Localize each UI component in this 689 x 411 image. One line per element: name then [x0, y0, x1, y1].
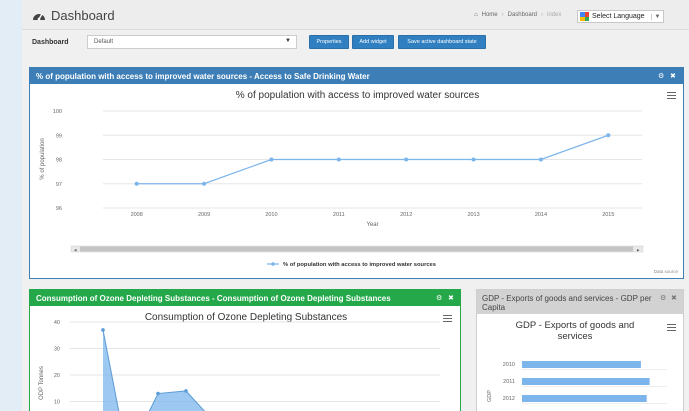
add-widget-button[interactable]: Add widget: [352, 35, 394, 49]
data-point: [538, 157, 543, 162]
area-fill: [103, 329, 205, 411]
data-point: [202, 181, 207, 186]
y-tick-label: 100: [53, 109, 62, 115]
y-axis-title: % of population: [40, 138, 46, 179]
x-tick-label: 2010: [265, 212, 277, 218]
caret-down-icon: ▼: [285, 38, 291, 44]
google-translate-icon: [580, 12, 589, 21]
legend-marker: [271, 262, 275, 266]
bar: [522, 361, 641, 368]
data-point: [101, 328, 105, 332]
gdp-chart: GDP2010201120122013: [487, 361, 667, 404]
x-tick-label: 2012: [400, 212, 412, 218]
legend-label: % of population with access to improved …: [283, 262, 436, 268]
save-dashboard-state-button[interactable]: Save active dashboard state: [398, 35, 486, 49]
data-point: [269, 157, 274, 162]
breadcrumb-separator: ›: [501, 12, 504, 18]
water-access-chart: 96 97 98 99 100 % of population 2008 2009 2010 20…: [40, 109, 679, 274]
data-point: [156, 391, 160, 396]
x-tick-label: 2008: [131, 212, 143, 218]
chevron-down-icon: ▼: [651, 13, 663, 20]
left-margin: [0, 0, 22, 411]
dashboard-toolbar: Dashboard Default ▼ Properties Add widge…: [22, 30, 689, 56]
x-tick-label: 2011: [333, 212, 345, 218]
properties-button[interactable]: Properties: [309, 35, 349, 49]
y-tick-label: 20: [54, 373, 60, 379]
y-tick-label: 10: [54, 400, 60, 406]
page-title: Dashboard: [32, 8, 115, 23]
y-tick-label: 2011: [503, 379, 515, 385]
y-axis-title: ODP Tonnes: [39, 366, 45, 400]
app-frame: Dashboard ⌂ Home › Dashboard › index Sel…: [22, 0, 689, 411]
y-tick-label: 40: [54, 320, 60, 326]
x-tick-label: 2013: [467, 212, 479, 218]
y-tick-label: 97: [56, 182, 62, 188]
language-select[interactable]: Select Language ▼: [577, 10, 664, 23]
data-point: [404, 157, 409, 162]
data-point: [134, 181, 139, 186]
data-point: [471, 157, 476, 162]
language-select-label: Select Language: [592, 13, 645, 20]
gdp-panel: GDP - Exports of goods and services - GD…: [476, 289, 684, 411]
x-tick-label: 2009: [198, 212, 210, 218]
y-axis-title: GDP: [487, 390, 493, 402]
top-bar: Dashboard ⌂ Home › Dashboard › index Sel…: [22, 0, 689, 30]
water-access-panel: % of population with access to improved …: [29, 67, 684, 279]
credits-link: Data source: [654, 269, 679, 274]
y-tick-label: 2012: [503, 396, 515, 402]
dashboard-select[interactable]: Default ▼: [87, 35, 297, 49]
x-tick-label: 2014: [535, 212, 547, 218]
y-tick-label: 2010: [503, 362, 515, 368]
data-point: [184, 389, 188, 393]
breadcrumb-dashboard[interactable]: Dashboard: [508, 12, 537, 18]
y-tick-label: 30: [54, 347, 60, 353]
dashboard-select-value: Default: [94, 39, 114, 45]
data-point: [606, 133, 611, 138]
page-title-text: Dashboard: [51, 8, 115, 23]
y-tick-label: 98: [56, 158, 62, 164]
breadcrumb-home[interactable]: Home: [482, 12, 498, 18]
ozone-chart: 10 20 30 40 ODP Tonnes: [39, 320, 440, 411]
ozone-panel: Consumption of Ozone Depleting Substance…: [29, 289, 461, 411]
data-point: [336, 157, 341, 162]
dashboard-icon: [33, 13, 45, 21]
y-tick-label: 96: [56, 206, 62, 212]
navigator-scrollbar-thumb: [80, 246, 633, 252]
home-icon[interactable]: ⌂: [474, 12, 478, 18]
breadcrumb-separator: ›: [541, 12, 543, 18]
dashboard-label: Dashboard: [32, 39, 69, 46]
x-tick-label: 2015: [602, 212, 614, 218]
bar: [522, 378, 650, 385]
x-axis-title: Year: [366, 222, 378, 228]
y-tick-label: 99: [56, 133, 62, 139]
bar: [522, 395, 647, 402]
breadcrumb: ⌂ Home › Dashboard › index: [474, 12, 561, 18]
breadcrumb-current: index: [547, 12, 562, 18]
